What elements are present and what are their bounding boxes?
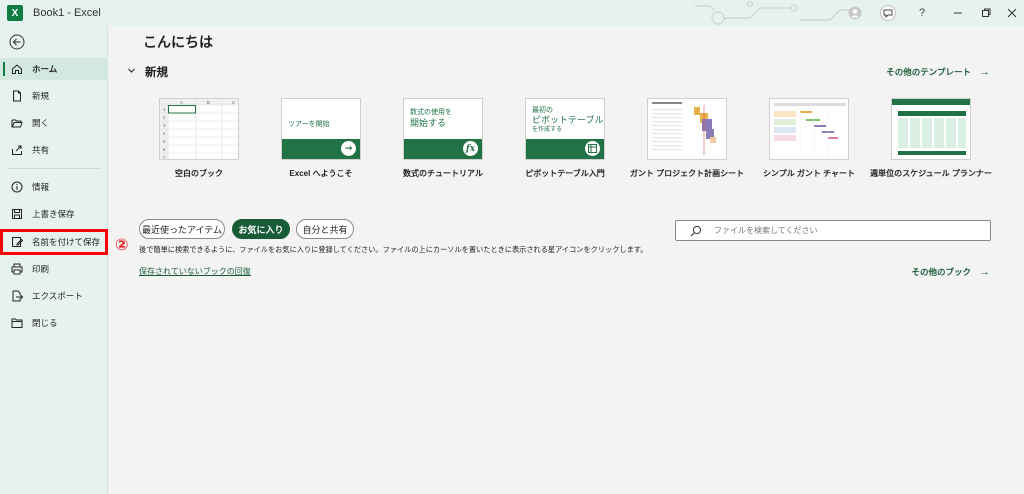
print-icon <box>10 262 24 276</box>
template-label: シンプル ガント チャート <box>762 169 856 178</box>
template-label: ピボットテーブル入門 <box>525 169 605 178</box>
section-title: 新規 <box>145 65 168 79</box>
export-icon <box>10 289 24 303</box>
more-templates-label: その他のテンプレート <box>886 67 971 77</box>
template-label: 数式のチュートリアル <box>403 169 483 178</box>
backstage-sidebar: ホーム 新規 開く 共有 情報 上書き保存 名前を付けて保存 印刷 エクスポート… <box>0 26 108 494</box>
function-fx-icon: fx <box>463 141 478 156</box>
template-label: ガント プロジェクト計画シート <box>629 169 745 178</box>
folder-open-icon <box>10 116 24 130</box>
sidebar-item-info[interactable]: 情報 <box>0 176 108 198</box>
recover-unsaved-link[interactable]: 保存されていないブックの回復 <box>139 266 251 277</box>
template-gantt-project[interactable] <box>647 98 727 160</box>
sidebar-item-open[interactable]: 開く <box>0 112 108 134</box>
tab-recent[interactable]: 最近使ったアイテム <box>139 219 225 239</box>
template-weekly-planner[interactable] <box>891 98 971 160</box>
template-thumb-text: ピボットテーブル <box>532 115 604 125</box>
sidebar-item-label: 情報 <box>32 182 50 192</box>
tab-shared-with-me[interactable]: 自分と共有 <box>296 219 354 239</box>
sidebar-item-label: 新規 <box>32 91 50 101</box>
sidebar-item-new[interactable]: 新規 <box>0 85 108 107</box>
template-formula-tutorial[interactable]: 数式の使用を 開始する fx <box>403 98 483 160</box>
arrow-right-icon: → <box>979 66 990 78</box>
sidebar-item-label: 上書き保存 <box>32 209 75 219</box>
new-section-header[interactable]: 新規 <box>127 64 168 80</box>
more-templates-link[interactable]: その他のテンプレート → <box>886 66 990 78</box>
column-header: A <box>180 100 183 105</box>
sidebar-item-label: 開く <box>32 118 50 128</box>
gantt-thumbnail-icon <box>774 103 846 157</box>
template-thumb-text: 最初の <box>532 107 553 114</box>
more-books-link[interactable]: その他のブック → <box>911 266 990 278</box>
step-number-marker: ② <box>115 235 129 254</box>
account-icon[interactable] <box>845 3 865 23</box>
excel-logo-icon: X <box>7 5 23 21</box>
arrow-right-icon: → <box>341 141 356 156</box>
planner-thumbnail-icon <box>892 99 970 155</box>
template-blank-workbook[interactable]: A B C 1 2 3 4 5 6 7 <box>159 98 239 160</box>
gantt-thumbnail-icon <box>652 102 716 155</box>
template-welcome[interactable]: ツアーを開始 → <box>281 98 361 160</box>
sidebar-item-label: 共有 <box>32 145 50 155</box>
template-simple-gantt[interactable] <box>769 98 849 160</box>
new-file-icon <box>10 89 24 103</box>
home-icon <box>10 62 24 76</box>
help-icon[interactable]: ? <box>912 3 932 23</box>
sidebar-divider <box>8 168 100 169</box>
more-books-label: その他のブック <box>911 267 971 277</box>
save-as-icon <box>10 235 24 249</box>
page-title: こんにちは <box>143 35 213 51</box>
info-icon <box>10 180 24 194</box>
template-label: 空白のブック <box>175 169 223 178</box>
sidebar-item-share[interactable]: 共有 <box>0 139 108 161</box>
spreadsheet-grid-icon: A B C 1 2 3 4 5 6 7 <box>160 99 238 159</box>
share-icon <box>10 143 24 157</box>
search-box[interactable] <box>675 220 991 241</box>
tab-favorites[interactable]: お気に入り <box>232 219 290 239</box>
chevron-down-icon[interactable] <box>127 66 136 78</box>
feedback-icon[interactable] <box>878 3 898 23</box>
search-icon <box>690 225 702 236</box>
back-arrow-icon[interactable] <box>9 34 25 50</box>
template-thumb-text: 開始する <box>410 118 447 128</box>
search-input[interactable] <box>714 226 974 235</box>
favorites-hint-text: 後で簡単に検索できるように、ファイルをお気に入りに登録してください。ファイルの上… <box>139 245 648 254</box>
sidebar-item-label: ホーム <box>32 64 58 74</box>
pivot-table-icon <box>585 141 600 156</box>
close-folder-icon <box>10 316 24 330</box>
save-icon <box>10 207 24 221</box>
window-title: Book1 - Excel <box>33 7 101 19</box>
sidebar-item-close[interactable]: 閉じる <box>0 312 108 334</box>
sidebar-item-home[interactable]: ホーム <box>0 58 108 80</box>
sidebar-item-label: エクスポート <box>32 291 83 301</box>
sidebar-item-save[interactable]: 上書き保存 <box>0 203 108 225</box>
sidebar-item-label: 印刷 <box>32 264 50 274</box>
sidebar-item-export[interactable]: エクスポート <box>0 285 108 307</box>
backstage-main: こんにちは 新規 その他のテンプレート → A B C 1 2 3 4 5 6 … <box>109 26 1024 494</box>
template-label: Excel へようこそ <box>289 169 353 178</box>
sidebar-item-label: 名前を付けて保存 <box>32 237 101 247</box>
sidebar-item-save-as[interactable]: 名前を付けて保存 <box>0 229 108 255</box>
template-pivot-table[interactable]: 最初の ピボットテーブル を作成する <box>525 98 605 160</box>
sidebar-item-print[interactable]: 印刷 <box>0 258 108 280</box>
column-header: B <box>207 100 210 105</box>
template-thumb-text: を作成する <box>532 127 563 133</box>
template-thumb-text: ツアーを開始 <box>288 121 330 128</box>
title-bar: X Book1 - Excel ? <box>0 0 1024 26</box>
arrow-right-icon: → <box>979 266 990 278</box>
template-label: 週単位のスケジュール プランナー <box>870 169 992 178</box>
template-thumb-text: 数式の使用を <box>410 109 452 116</box>
sidebar-item-label: 閉じる <box>32 318 58 328</box>
circuit-decoration-icon <box>695 0 860 25</box>
close-window-icon[interactable] <box>996 0 1024 26</box>
